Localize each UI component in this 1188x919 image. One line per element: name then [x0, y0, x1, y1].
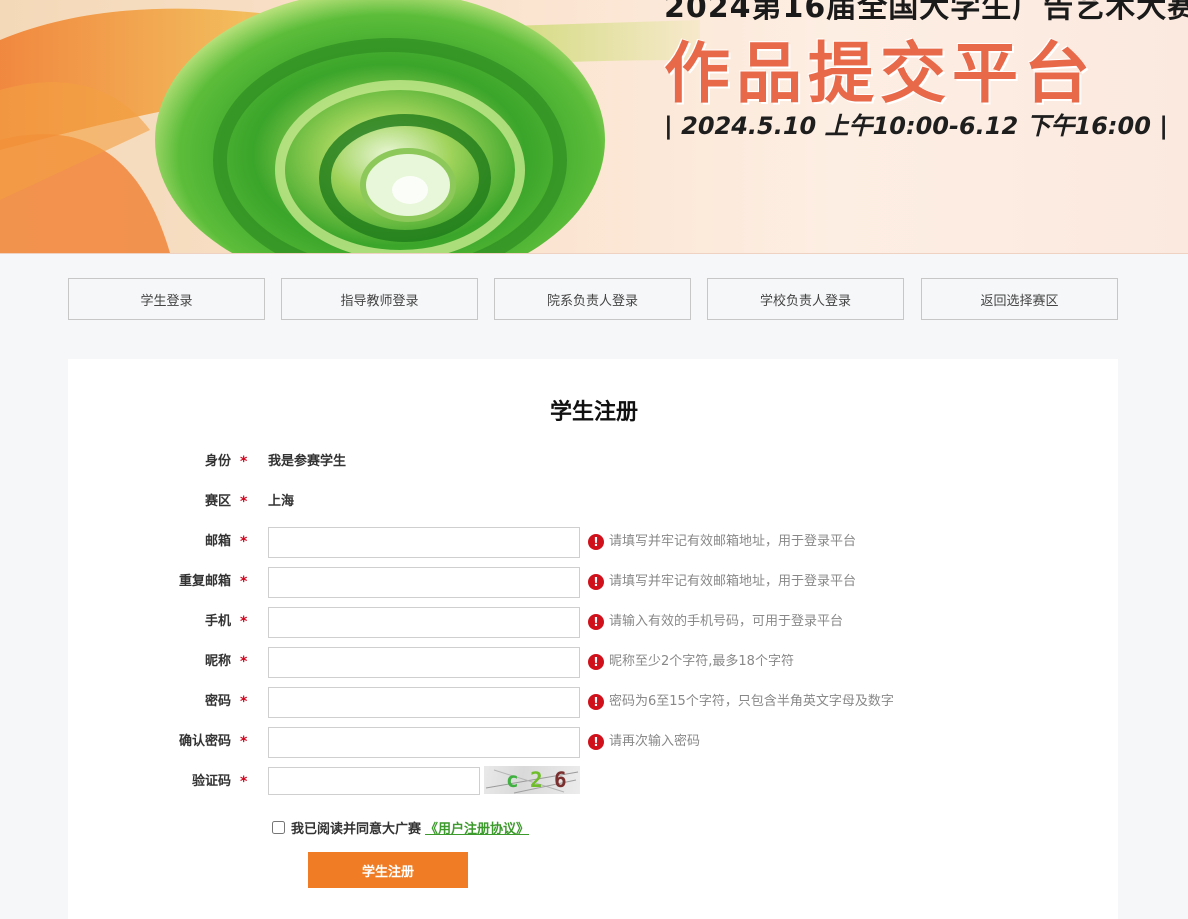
region-row: 赛区 * 上海 [0, 487, 1188, 517]
password-row: 密码 * ! 密码为6至15个字符，只包含半角英文字母及数字 [0, 687, 1188, 718]
tab-label: 学校负责人登录 [759, 293, 851, 309]
tab-label: 返回选择赛区 [980, 293, 1059, 309]
error-icon: ! [588, 734, 604, 750]
required-mark: * [240, 654, 248, 670]
phone-label: 手机 [204, 614, 231, 629]
captcha-char: 6 [554, 768, 567, 792]
captcha-label: 验证码 [191, 774, 231, 789]
nickname-row: 昵称 * ! 昵称至少2个字符,最多18个字符 [0, 647, 1188, 678]
registration-panel [68, 359, 1118, 919]
banner-swirl-art [0, 0, 700, 253]
captcha-row: 验证码 * c 2 6 [0, 766, 1188, 797]
tab-back-to-region[interactable]: 返回选择赛区 [921, 278, 1118, 320]
phone-row: 手机 * ! 请输入有效的手机号码，可用于登录平台 [0, 607, 1188, 638]
password-confirm-row: 确认密码 * ! 请再次输入密码 [0, 727, 1188, 758]
user-agreement-link[interactable]: 《用户注册协议》 [425, 818, 529, 837]
email-label: 邮箱 [204, 534, 231, 549]
header-banner: 2024第16届全国大学生广告艺术大赛 作品提交平台 | 2024.5.10 上… [0, 0, 1188, 254]
banner-date-range: | 2024.5.10 上午10:00-6.12 下午16:00 | [664, 112, 1169, 140]
banner-title: 作品提交平台 [664, 35, 1096, 112]
tab-school-login[interactable]: 学校负责人登录 [707, 278, 904, 320]
email-repeat-row: 重复邮箱 * ! 请填写并牢记有效邮箱地址，用于登录平台 [0, 567, 1188, 598]
email-field[interactable] [268, 527, 580, 558]
password-confirm-label: 确认密码 [178, 734, 231, 749]
student-register-button[interactable]: 学生注册 [308, 852, 468, 888]
password-label: 密码 [204, 694, 231, 709]
nickname-field[interactable] [268, 647, 580, 678]
required-mark: * [240, 454, 248, 470]
email-hint-text: 请填写并牢记有效邮箱地址，用于登录平台 [609, 534, 857, 549]
password-hint-text: 密码为6至15个字符，只包含半角英文字母及数字 [609, 694, 894, 709]
password-field[interactable] [268, 687, 580, 718]
tab-teacher-login[interactable]: 指导教师登录 [281, 278, 478, 320]
phone-hint: ! 请输入有效的手机号码，可用于登录平台 [588, 607, 843, 637]
error-icon: ! [588, 574, 604, 590]
password-confirm-field[interactable] [268, 727, 580, 758]
captcha-char: 2 [530, 768, 543, 792]
required-mark: * [240, 774, 248, 790]
agreement-text: 我已阅读并同意大广赛 [291, 821, 422, 837]
nickname-hint: ! 昵称至少2个字符,最多18个字符 [588, 647, 794, 677]
agreement-checkbox[interactable] [272, 820, 285, 834]
tab-department-login[interactable]: 院系负责人登录 [494, 278, 691, 320]
captcha-char: c [506, 768, 519, 792]
required-mark: * [240, 494, 248, 510]
region-label: 赛区 [204, 494, 231, 509]
region-value: 上海 [268, 494, 295, 509]
nickname-hint-text: 昵称至少2个字符,最多18个字符 [609, 654, 794, 669]
tab-label: 指导教师登录 [340, 293, 419, 309]
identity-label: 身份 [204, 454, 231, 469]
error-icon: ! [588, 614, 604, 630]
error-icon: ! [588, 654, 604, 670]
captcha-field[interactable] [268, 767, 480, 795]
email-repeat-hint: ! 请填写并牢记有效邮箱地址，用于登录平台 [588, 567, 856, 597]
nickname-label: 昵称 [204, 654, 231, 669]
identity-row: 身份 * 我是参赛学生 [0, 447, 1188, 477]
tab-label: 学生登录 [140, 293, 193, 309]
error-icon: ! [588, 534, 604, 550]
password-confirm-hint: ! 请再次输入密码 [588, 727, 700, 757]
required-mark: * [240, 574, 248, 590]
required-mark: * [240, 614, 248, 630]
phone-field[interactable] [268, 607, 580, 638]
identity-value: 我是参赛学生 [268, 454, 347, 469]
form-title: 学生注册 [549, 400, 638, 425]
email-hint: ! 请填写并牢记有效邮箱地址，用于登录平台 [588, 527, 856, 557]
error-icon: ! [588, 694, 604, 710]
email-repeat-hint-text: 请填写并牢记有效邮箱地址，用于登录平台 [609, 574, 857, 589]
login-tabs: 学生登录 指导教师登录 院系负责人登录 学校负责人登录 返回选择赛区 [68, 278, 1118, 320]
required-mark: * [240, 734, 248, 750]
captcha-image[interactable]: c 2 6 [484, 766, 580, 794]
password-confirm-hint-text: 请再次输入密码 [609, 734, 701, 749]
email-row: 邮箱 * ! 请填写并牢记有效邮箱地址，用于登录平台 [0, 527, 1188, 558]
required-mark: * [240, 534, 248, 550]
tab-label: 院系负责人登录 [546, 293, 638, 309]
password-hint: ! 密码为6至15个字符，只包含半角英文字母及数字 [588, 687, 894, 717]
phone-hint-text: 请输入有效的手机号码，可用于登录平台 [609, 614, 844, 629]
email-repeat-field[interactable] [268, 567, 580, 598]
required-mark: * [240, 694, 248, 710]
agreement-row: 我已阅读并同意大广赛 《用户注册协议》 [272, 817, 529, 837]
email-repeat-label: 重复邮箱 [178, 574, 231, 589]
tab-student-login[interactable]: 学生登录 [68, 278, 265, 320]
